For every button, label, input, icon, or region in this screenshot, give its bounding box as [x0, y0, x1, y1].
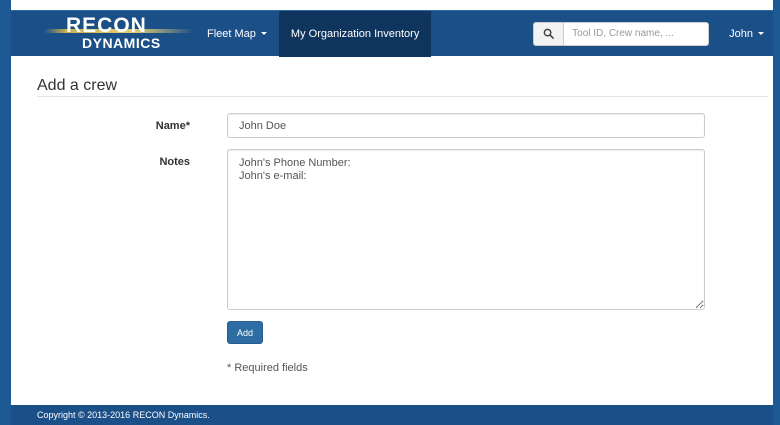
brand-name-line2: DYNAMICS [82, 34, 161, 51]
brand-logo[interactable]: RECON DYNAMICS [11, 11, 195, 57]
name-field[interactable] [227, 113, 705, 138]
add-button[interactable]: Add [227, 321, 263, 344]
title-divider [37, 96, 768, 97]
window-frame-left [0, 0, 11, 425]
user-menu[interactable]: John [723, 11, 773, 57]
search-icon [543, 28, 555, 39]
user-menu-label: John [729, 27, 753, 40]
footer: Copyright © 2013-2016 RECON Dynamics. [11, 405, 773, 425]
nav-fleet-map[interactable]: Fleet Map [195, 11, 279, 57]
copyright-text: Copyright © 2013-2016 RECON Dynamics. [37, 410, 210, 420]
required-fields-note: * Required fields [227, 362, 308, 374]
chevron-down-icon [758, 32, 764, 35]
search-button[interactable] [533, 21, 564, 46]
notes-label: Notes [159, 156, 190, 168]
notes-field[interactable]: John's Phone Number: John's e-mail: [227, 149, 705, 310]
nav-organization-inventory[interactable]: My Organization Inventory [278, 10, 432, 57]
chevron-down-icon [260, 32, 267, 35]
nav-fleet-map-label: Fleet Map [207, 27, 256, 40]
brand-name-line1: RECON [66, 13, 147, 37]
top-navbar: RECON DYNAMICS Fleet Map My Organization… [11, 10, 773, 57]
name-label: Name* [155, 120, 190, 132]
nav-organization-inventory-label: My Organization Inventory [290, 27, 420, 40]
search-group [533, 21, 710, 46]
search-input[interactable] [563, 21, 710, 46]
window-frame-right [773, 0, 780, 425]
page-title: Add a crew [37, 77, 118, 94]
